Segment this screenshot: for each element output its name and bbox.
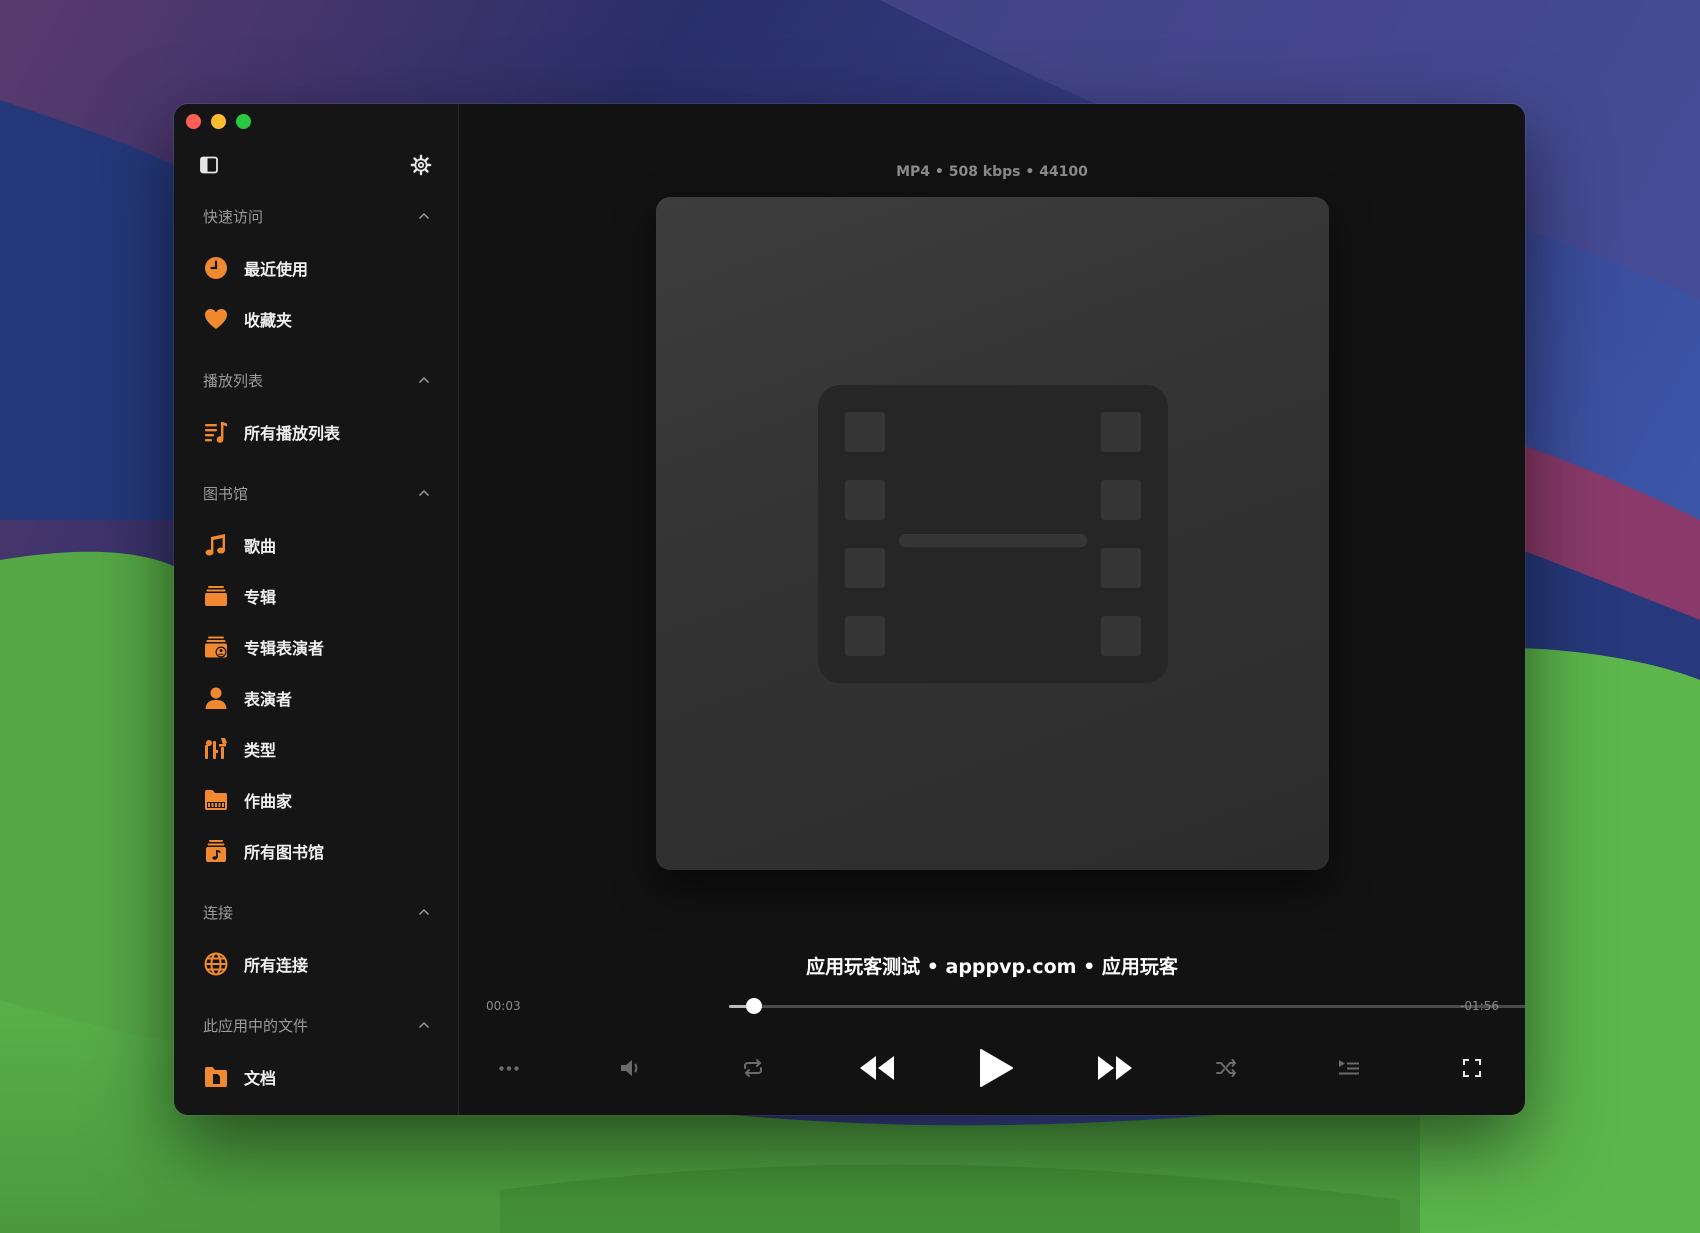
person-icon [203,685,229,711]
close-window-button[interactable] [186,114,201,129]
download-folder-icon [203,1115,229,1116]
chevron-up-icon[interactable] [418,212,430,220]
section-title: 图书馆 [203,484,249,503]
progress-row: 00:03 -01:56 [459,994,1525,1018]
sidebar-item-downloads[interactable]: 下载 [174,1102,458,1115]
fullscreen-icon [1463,1059,1481,1077]
sidebar-item-label: 最近使用 [244,259,309,279]
section-header-connections[interactable]: 连接 [174,886,458,938]
sidebar-item-label: 歌曲 [244,536,277,556]
sidebar-item-albums[interactable]: 专辑 [174,570,458,621]
sidebar-item-album-artists[interactable]: 专辑表演者 [174,621,458,672]
artwork [656,197,1329,870]
elapsed-time: 00:03 [486,999,521,1013]
playback-controls [459,1038,1525,1098]
repeat-button[interactable] [730,1038,776,1098]
sidebar-item-label: 所有图书馆 [244,842,325,862]
shuffle-icon [1216,1059,1237,1077]
more-dots-icon [499,1065,519,1071]
player-area: MP4 • 508 kbps • 44100 应用玩客测试 • apppvp.c… [459,104,1525,1115]
now-playing-row: 应用玩客测试 • apppvp.com • 应用玩客 [459,947,1525,981]
sidebar-list: 快速访问 最近使用 收藏夹 播放列表 所有播放列表 图书馆 歌曲 专辑 专辑表演… [174,190,458,1115]
sidebar-item-all-connections[interactable]: 所有连接 [174,938,458,989]
sidebar-item-label: 类型 [244,740,277,760]
repeat-icon [744,1059,762,1077]
progress-knob[interactable] [745,998,762,1014]
section-header-app-files[interactable]: 此应用中的文件 [174,999,458,1051]
sidebar-toggle-icon[interactable] [200,156,218,174]
queue-icon [1339,1060,1359,1075]
sidebar-item-genres[interactable]: 类型 [174,723,458,774]
track-title: 应用玩客测试 • apppvp.com • 应用玩客 [806,956,1178,978]
queue-button[interactable] [1326,1038,1372,1098]
remaining-time: -01:56 [1460,999,1499,1013]
volume-icon [621,1060,638,1076]
sidebar-item-songs[interactable]: 歌曲 [174,519,458,570]
section-header-library[interactable]: 图书馆 [174,467,458,519]
codec-info: MP4 • 508 kbps • 44100 [896,164,1088,180]
album-stack-icon [203,583,229,609]
heart-icon [203,306,229,332]
sidebar-item-label: 表演者 [244,689,293,709]
sidebar-item-all-playlists[interactable]: 所有播放列表 [174,406,458,457]
fast-forward-icon [1098,1056,1132,1080]
section-header-playlists[interactable]: 播放列表 [174,354,458,406]
clock-icon [203,255,229,281]
traffic-lights [186,114,251,129]
sidebar-item-artists[interactable]: 表演者 [174,672,458,723]
gear-icon[interactable] [410,154,432,176]
sidebar-item-label: 收藏夹 [244,310,293,330]
shuffle-button[interactable] [1204,1038,1250,1098]
sidebar-item-label: 所有连接 [244,955,309,975]
rewind-button[interactable] [842,1038,912,1098]
minimize-window-button[interactable] [211,114,226,129]
section-header-quick-access[interactable]: 快速访问 [174,190,458,242]
fast-forward-button[interactable] [1080,1038,1150,1098]
music-note-icon [203,532,229,558]
chevron-up-icon[interactable] [418,489,430,497]
playlist-icon [203,419,229,445]
progress-slider[interactable] [729,998,1525,1014]
app-window: 快速访问 最近使用 收藏夹 播放列表 所有播放列表 图书馆 歌曲 专辑 专辑表演… [174,104,1525,1115]
section-title: 此应用中的文件 [203,1016,309,1035]
more-dots-button[interactable] [486,1038,532,1098]
chevron-up-icon[interactable] [418,1021,430,1029]
chevron-up-icon[interactable] [418,376,430,384]
chevron-up-icon[interactable] [418,908,430,916]
genre-icon [203,736,229,762]
section-title: 连接 [203,903,234,922]
sidebar-item-favorites[interactable]: 收藏夹 [174,293,458,344]
globe-icon [203,951,229,977]
rewind-icon [860,1056,894,1080]
section-title: 快速访问 [203,207,264,226]
sidebar-item-all-library[interactable]: 所有图书馆 [174,825,458,876]
sidebar-item-composers[interactable]: 作曲家 [174,774,458,825]
sidebar-item-label: 文档 [244,1068,277,1088]
maximize-window-button[interactable] [236,114,251,129]
play-icon [980,1049,1013,1087]
album-artist-icon [203,634,229,660]
sidebar-item-recent[interactable]: 最近使用 [174,242,458,293]
film-icon [818,385,1168,683]
volume-button[interactable] [608,1038,654,1098]
document-folder-icon [203,1064,229,1090]
sidebar-item-label: 专辑 [244,587,277,607]
sidebar-item-documents[interactable]: 文档 [174,1051,458,1102]
sidebar: 快速访问 最近使用 收藏夹 播放列表 所有播放列表 图书馆 歌曲 专辑 专辑表演… [174,104,459,1115]
sidebar-item-label: 所有播放列表 [244,423,341,443]
piano-folder-icon [203,787,229,813]
section-title: 播放列表 [203,371,264,390]
fullscreen-button[interactable] [1449,1038,1495,1098]
sidebar-item-label: 专辑表演者 [244,638,325,658]
play-button[interactable] [961,1038,1031,1098]
sidebar-item-label: 作曲家 [244,791,293,811]
library-icon [203,838,229,864]
